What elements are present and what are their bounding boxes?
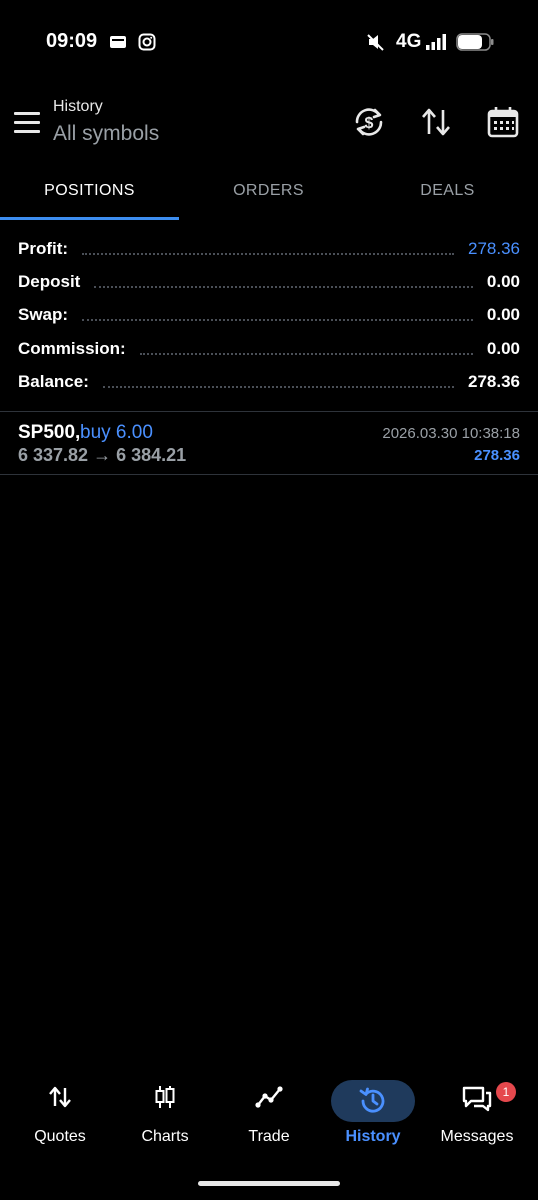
profit-label: Profit: (18, 238, 69, 258)
nav-history[interactable]: History (320, 1074, 426, 1154)
position-row[interactable]: SP500, buy 6.00 6 337.82 → 6 384.21 2026… (0, 412, 538, 474)
menu-button[interactable] (14, 112, 40, 134)
battery-icon (456, 33, 494, 51)
tab-positions[interactable]: POSITIONS (0, 172, 179, 222)
dotted-leader (139, 352, 473, 355)
history-tabs: POSITIONS ORDERS DEALS (0, 172, 538, 222)
header-subtitle: History (53, 98, 103, 115)
dotted-leader (82, 319, 473, 322)
nav-messages-label: Messages (440, 1128, 514, 1145)
nav-trade-label: Trade (248, 1128, 290, 1145)
account-summary: Profit: 278.36 Deposit 0.00 Swap: 0.00 C… (18, 232, 520, 398)
menu-icon (14, 112, 40, 115)
dotted-leader (82, 252, 454, 255)
status-bar: 09:09 4G (0, 0, 538, 88)
active-tab-indicator (0, 217, 179, 220)
network-type: 4G (396, 31, 422, 52)
commission-label: Commission: (18, 338, 126, 358)
svg-text:$: $ (365, 115, 374, 132)
status-time: 09:09 (46, 30, 98, 52)
position-time: 2026.03.30 10:38:18 (382, 425, 520, 442)
deposit-label: Deposit (18, 271, 81, 291)
dotted-leader (94, 285, 473, 288)
divider (0, 474, 538, 475)
nav-quotes[interactable]: Quotes (7, 1074, 113, 1154)
nav-messages[interactable]: 1 Messages (424, 1074, 530, 1154)
tab-deals[interactable]: DEALS (358, 172, 537, 222)
commission-value: 0.00 (486, 338, 520, 358)
position-symbol: SP500, (18, 422, 81, 443)
messages-icon (462, 1086, 492, 1112)
app-header: History All symbols $ (0, 88, 538, 158)
instagram-icon (138, 33, 156, 51)
position-profit: 278.36 (474, 447, 520, 464)
balance-value: 278.36 (468, 371, 520, 391)
calendar-icon[interactable] (485, 104, 521, 140)
wallet-icon (110, 36, 126, 48)
symbol-filter[interactable]: All symbols (53, 122, 159, 146)
nav-charts[interactable]: Charts (112, 1074, 218, 1154)
summary-row-swap: Swap: 0.00 (18, 299, 520, 332)
mute-icon (367, 34, 384, 51)
messages-badge: 1 (496, 1082, 516, 1102)
position-action: buy 6.00 (80, 422, 153, 443)
nav-trade[interactable]: Trade (216, 1074, 322, 1154)
history-icon (359, 1087, 385, 1113)
tab-orders[interactable]: ORDERS (179, 172, 358, 222)
signal-icon (426, 34, 446, 50)
summary-row-balance: Balance: 278.36 (18, 365, 520, 398)
trade-icon (255, 1086, 283, 1108)
nav-charts-label: Charts (141, 1128, 189, 1145)
balance-label: Balance: (18, 371, 89, 391)
quotes-icon (49, 1086, 71, 1108)
history-screen: 09:09 4G History All symbols $ POSITIONS… (0, 0, 538, 1200)
nav-history-label: History (345, 1128, 401, 1145)
bottom-navigation: Quotes Charts Trade History 1 Messages (0, 1074, 538, 1164)
sort-icon[interactable] (418, 104, 454, 140)
menu-icon-line (14, 121, 40, 124)
nav-quotes-label: Quotes (34, 1128, 86, 1145)
summary-row-deposit: Deposit 0.00 (18, 265, 520, 298)
summary-row-commission: Commission: 0.00 (18, 332, 520, 365)
currency-refresh-icon[interactable]: $ (351, 104, 387, 140)
home-indicator[interactable] (198, 1181, 340, 1186)
swap-label: Swap: (18, 305, 69, 325)
summary-row-profit: Profit: 278.36 (18, 232, 520, 265)
swap-value: 0.00 (486, 305, 520, 325)
position-prices: 6 337.82 → 6 384.21 (18, 445, 187, 465)
charts-icon (155, 1086, 175, 1108)
menu-icon-line (14, 130, 40, 133)
deposit-value: 0.00 (486, 271, 520, 291)
profit-value: 278.36 (468, 238, 520, 258)
dotted-leader (102, 385, 454, 388)
